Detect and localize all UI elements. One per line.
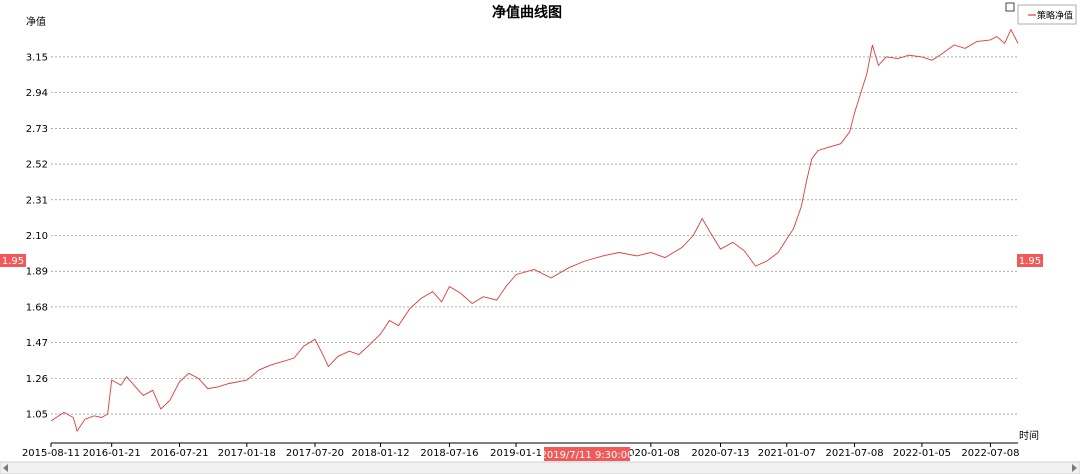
y-tick-label: 1.68 [26, 302, 48, 313]
y-tick-label: 2.73 [26, 124, 48, 135]
crosshair-date: 2019/7/11 9:30:00 [540, 447, 634, 461]
value-badge-left-text: 1.95 [2, 256, 24, 267]
x-tick-label: 2017-01-18 [218, 448, 276, 459]
crosshair-value-left: 1.95 [0, 254, 26, 267]
x-axis-label: 时间 [1019, 429, 1039, 442]
y-tick-label: 1.26 [26, 374, 48, 385]
date-badge-text: 2019/7/11 9:30:00 [540, 450, 633, 461]
x-tick-label: 2017-07-20 [286, 448, 344, 459]
y-tick-label: 2.52 [26, 160, 48, 171]
x-tick-label: 2015-08-11 [22, 448, 80, 459]
y-tick-label: 3.15 [26, 52, 48, 63]
chart-title: 净值曲线图 [492, 4, 562, 21]
x-tick-label: 2018-07-16 [420, 448, 478, 459]
y-tick-label: 2.31 [26, 195, 48, 206]
horizontal-scrollbar[interactable] [0, 461, 1080, 474]
legend-label: 策略净值 [1037, 10, 1073, 22]
value-badge-right-text: 1.95 [1019, 256, 1041, 267]
x-tick-label: 2021-07-08 [825, 448, 883, 459]
x-axis-ticks: 2015-08-11 2016-01-21 2016-07-21 2017-01-18… [22, 443, 1020, 459]
x-tick-label: 2022-01-05 [893, 448, 951, 459]
x-tick-label: 2021-01-07 [758, 448, 816, 459]
y-tick-label: 1.05 [26, 410, 48, 421]
grid [51, 56, 1018, 415]
y-axis-ticks: 1.05 1.26 1.47 1.68 1.89 2.10 2.31 2.52 2.73 2.94… [26, 52, 48, 420]
legend[interactable]: 策略净值 [1017, 4, 1077, 25]
scrollbar-track[interactable] [0, 461, 1080, 474]
series-line-策略净值 [50, 28, 1019, 433]
y-tick-label: 1.47 [26, 338, 48, 349]
x-tick-label: 2016-07-21 [150, 448, 208, 459]
x-tick-label: 2019-01-1 [490, 448, 542, 459]
x-tick-label: 2018-01-12 [351, 448, 409, 459]
x-tick-label: 2020-07-13 [691, 448, 749, 459]
y-axis-label: 净值 [26, 15, 46, 28]
chart: 净值曲线图 净值 时间 策略净值 1.05 1.26 1.47 1.68 1.89 2.1… [0, 2, 1080, 474]
y-tick-label: 2.94 [26, 88, 48, 99]
x-tick-label: 2016-01-21 [83, 448, 141, 459]
y-tick-label: 2.10 [26, 231, 48, 242]
crosshair-value-right: 1.95 [1017, 254, 1043, 267]
x-tick-label: 2022-07-08 [961, 448, 1019, 459]
legend-toggle-checkbox[interactable] [1005, 2, 1015, 12]
y-tick-label: 1.89 [26, 267, 48, 278]
